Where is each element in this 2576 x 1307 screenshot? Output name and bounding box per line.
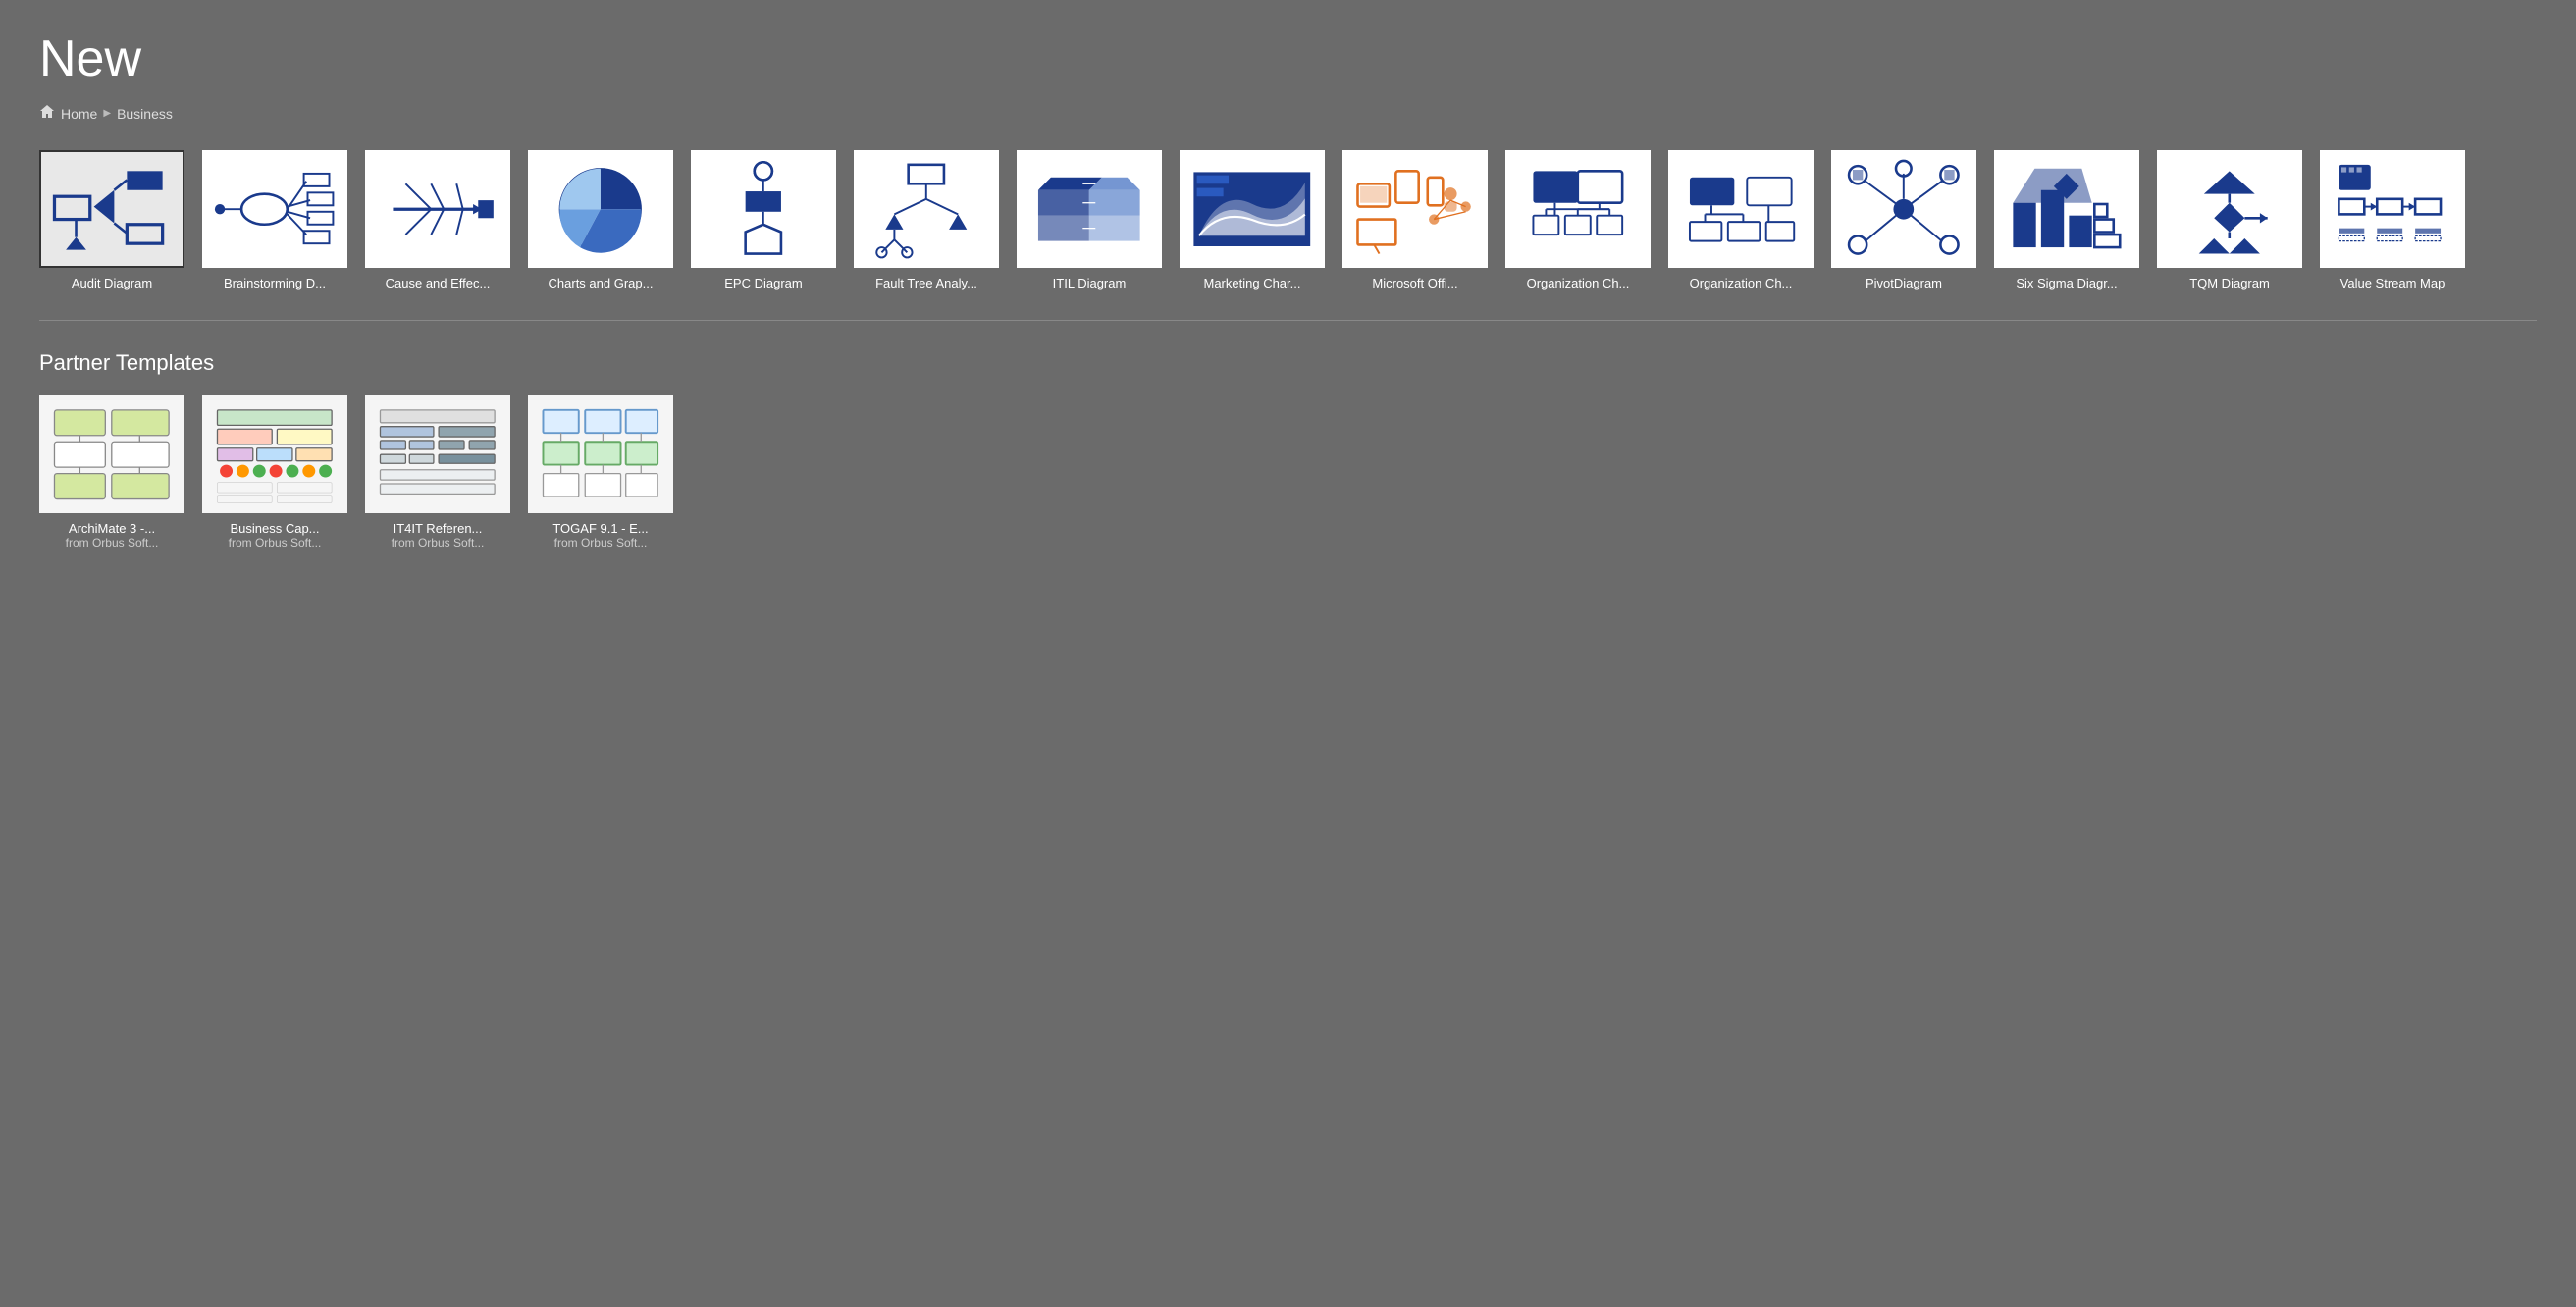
template-epc-label: EPC Diagram [691, 276, 836, 290]
partner-section-title: Partner Templates [39, 350, 2537, 376]
template-valuestream-thumb [2320, 150, 2465, 268]
template-brainstorming-label: Brainstorming D... [202, 276, 347, 290]
template-marketing-thumb [1180, 150, 1325, 268]
template-businesscap-thumb [202, 395, 347, 513]
template-msoffice-thumb [1342, 150, 1488, 268]
template-it4it[interactable]: IT4IT Referen... from Orbus Soft... [365, 395, 510, 549]
template-marketing-label: Marketing Char... [1180, 276, 1325, 290]
template-charts[interactable]: Charts and Grap... [528, 150, 673, 290]
template-fault-thumb [854, 150, 999, 268]
template-itil[interactable]: ITIL Diagram [1017, 150, 1162, 290]
template-orgchart2-thumb [1668, 150, 1814, 268]
template-tqm[interactable]: TQM Diagram [2157, 150, 2302, 290]
template-togaf[interactable]: TOGAF 9.1 - E... from Orbus Soft... [528, 395, 673, 549]
template-epc[interactable]: EPC Diagram [691, 150, 836, 290]
section-divider [39, 320, 2537, 321]
template-businesscap[interactable]: Business Cap... from Orbus Soft... [202, 395, 347, 549]
template-brainstorming-thumb [202, 150, 347, 268]
partner-templates-grid: ArchiMate 3 -... from Orbus Soft... [39, 395, 2537, 549]
template-archimate-thumb [39, 395, 184, 513]
template-togaf-thumb [528, 395, 673, 513]
breadcrumb: Home ▶ Business [39, 104, 2537, 123]
template-orgchart1-label: Organization Ch... [1505, 276, 1651, 290]
template-sixsigma-label: Six Sigma Diagr... [1994, 276, 2139, 290]
template-epc-thumb [691, 150, 836, 268]
template-it4it-thumb [365, 395, 510, 513]
template-itil-thumb [1017, 150, 1162, 268]
template-audit-thumb [39, 150, 184, 268]
template-charts-label: Charts and Grap... [528, 276, 673, 290]
template-orgchart1[interactable]: Organization Ch... [1505, 150, 1651, 290]
template-cause-label: Cause and Effec... [365, 276, 510, 290]
template-archimate[interactable]: ArchiMate 3 -... from Orbus Soft... [39, 395, 184, 549]
template-brainstorming[interactable]: Brainstorming D... [202, 150, 347, 290]
breadcrumb-separator: ▶ [103, 108, 111, 119]
template-businesscap-label: Business Cap... [202, 521, 347, 536]
home-icon [39, 104, 55, 123]
template-marketing[interactable]: Marketing Char... [1180, 150, 1325, 290]
template-orgchart2-label: Organization Ch... [1668, 276, 1814, 290]
template-cause[interactable]: Cause and Effec... [365, 150, 510, 290]
template-fault[interactable]: Fault Tree Analy... [854, 150, 999, 290]
template-sixsigma-thumb [1994, 150, 2139, 268]
template-cause-thumb [365, 150, 510, 268]
template-audit-label: Audit Diagram [39, 276, 184, 290]
template-it4it-label: IT4IT Referen... [365, 521, 510, 536]
breadcrumb-current: Business [117, 106, 173, 122]
template-charts-thumb [528, 150, 673, 268]
template-archimate-label: ArchiMate 3 -... [39, 521, 184, 536]
template-archimate-sublabel: from Orbus Soft... [39, 536, 184, 549]
template-tqm-thumb [2157, 150, 2302, 268]
page-title: New [39, 29, 2537, 88]
template-tqm-label: TQM Diagram [2157, 276, 2302, 290]
template-pivotdiagram-label: PivotDiagram [1831, 276, 1976, 290]
template-itil-label: ITIL Diagram [1017, 276, 1162, 290]
template-businesscap-sublabel: from Orbus Soft... [202, 536, 347, 549]
template-fault-label: Fault Tree Analy... [854, 276, 999, 290]
breadcrumb-home[interactable]: Home [61, 106, 97, 122]
template-togaf-sublabel: from Orbus Soft... [528, 536, 673, 549]
main-templates-grid: Audit Diagram Brainstorming D... [39, 150, 2537, 290]
template-orgchart1-thumb [1505, 150, 1651, 268]
template-sixsigma[interactable]: Six Sigma Diagr... [1994, 150, 2139, 290]
template-msoffice-label: Microsoft Offi... [1342, 276, 1488, 290]
template-msoffice[interactable]: Microsoft Offi... [1342, 150, 1488, 290]
template-valuestream[interactable]: Value Stream Map [2320, 150, 2465, 290]
template-orgchart2[interactable]: Organization Ch... [1668, 150, 1814, 290]
template-togaf-label: TOGAF 9.1 - E... [528, 521, 673, 536]
template-it4it-sublabel: from Orbus Soft... [365, 536, 510, 549]
template-audit[interactable]: Audit Diagram [39, 150, 184, 290]
template-pivotdiagram-thumb [1831, 150, 1976, 268]
template-valuestream-label: Value Stream Map [2320, 276, 2465, 290]
template-pivotdiagram[interactable]: PivotDiagram [1831, 150, 1976, 290]
